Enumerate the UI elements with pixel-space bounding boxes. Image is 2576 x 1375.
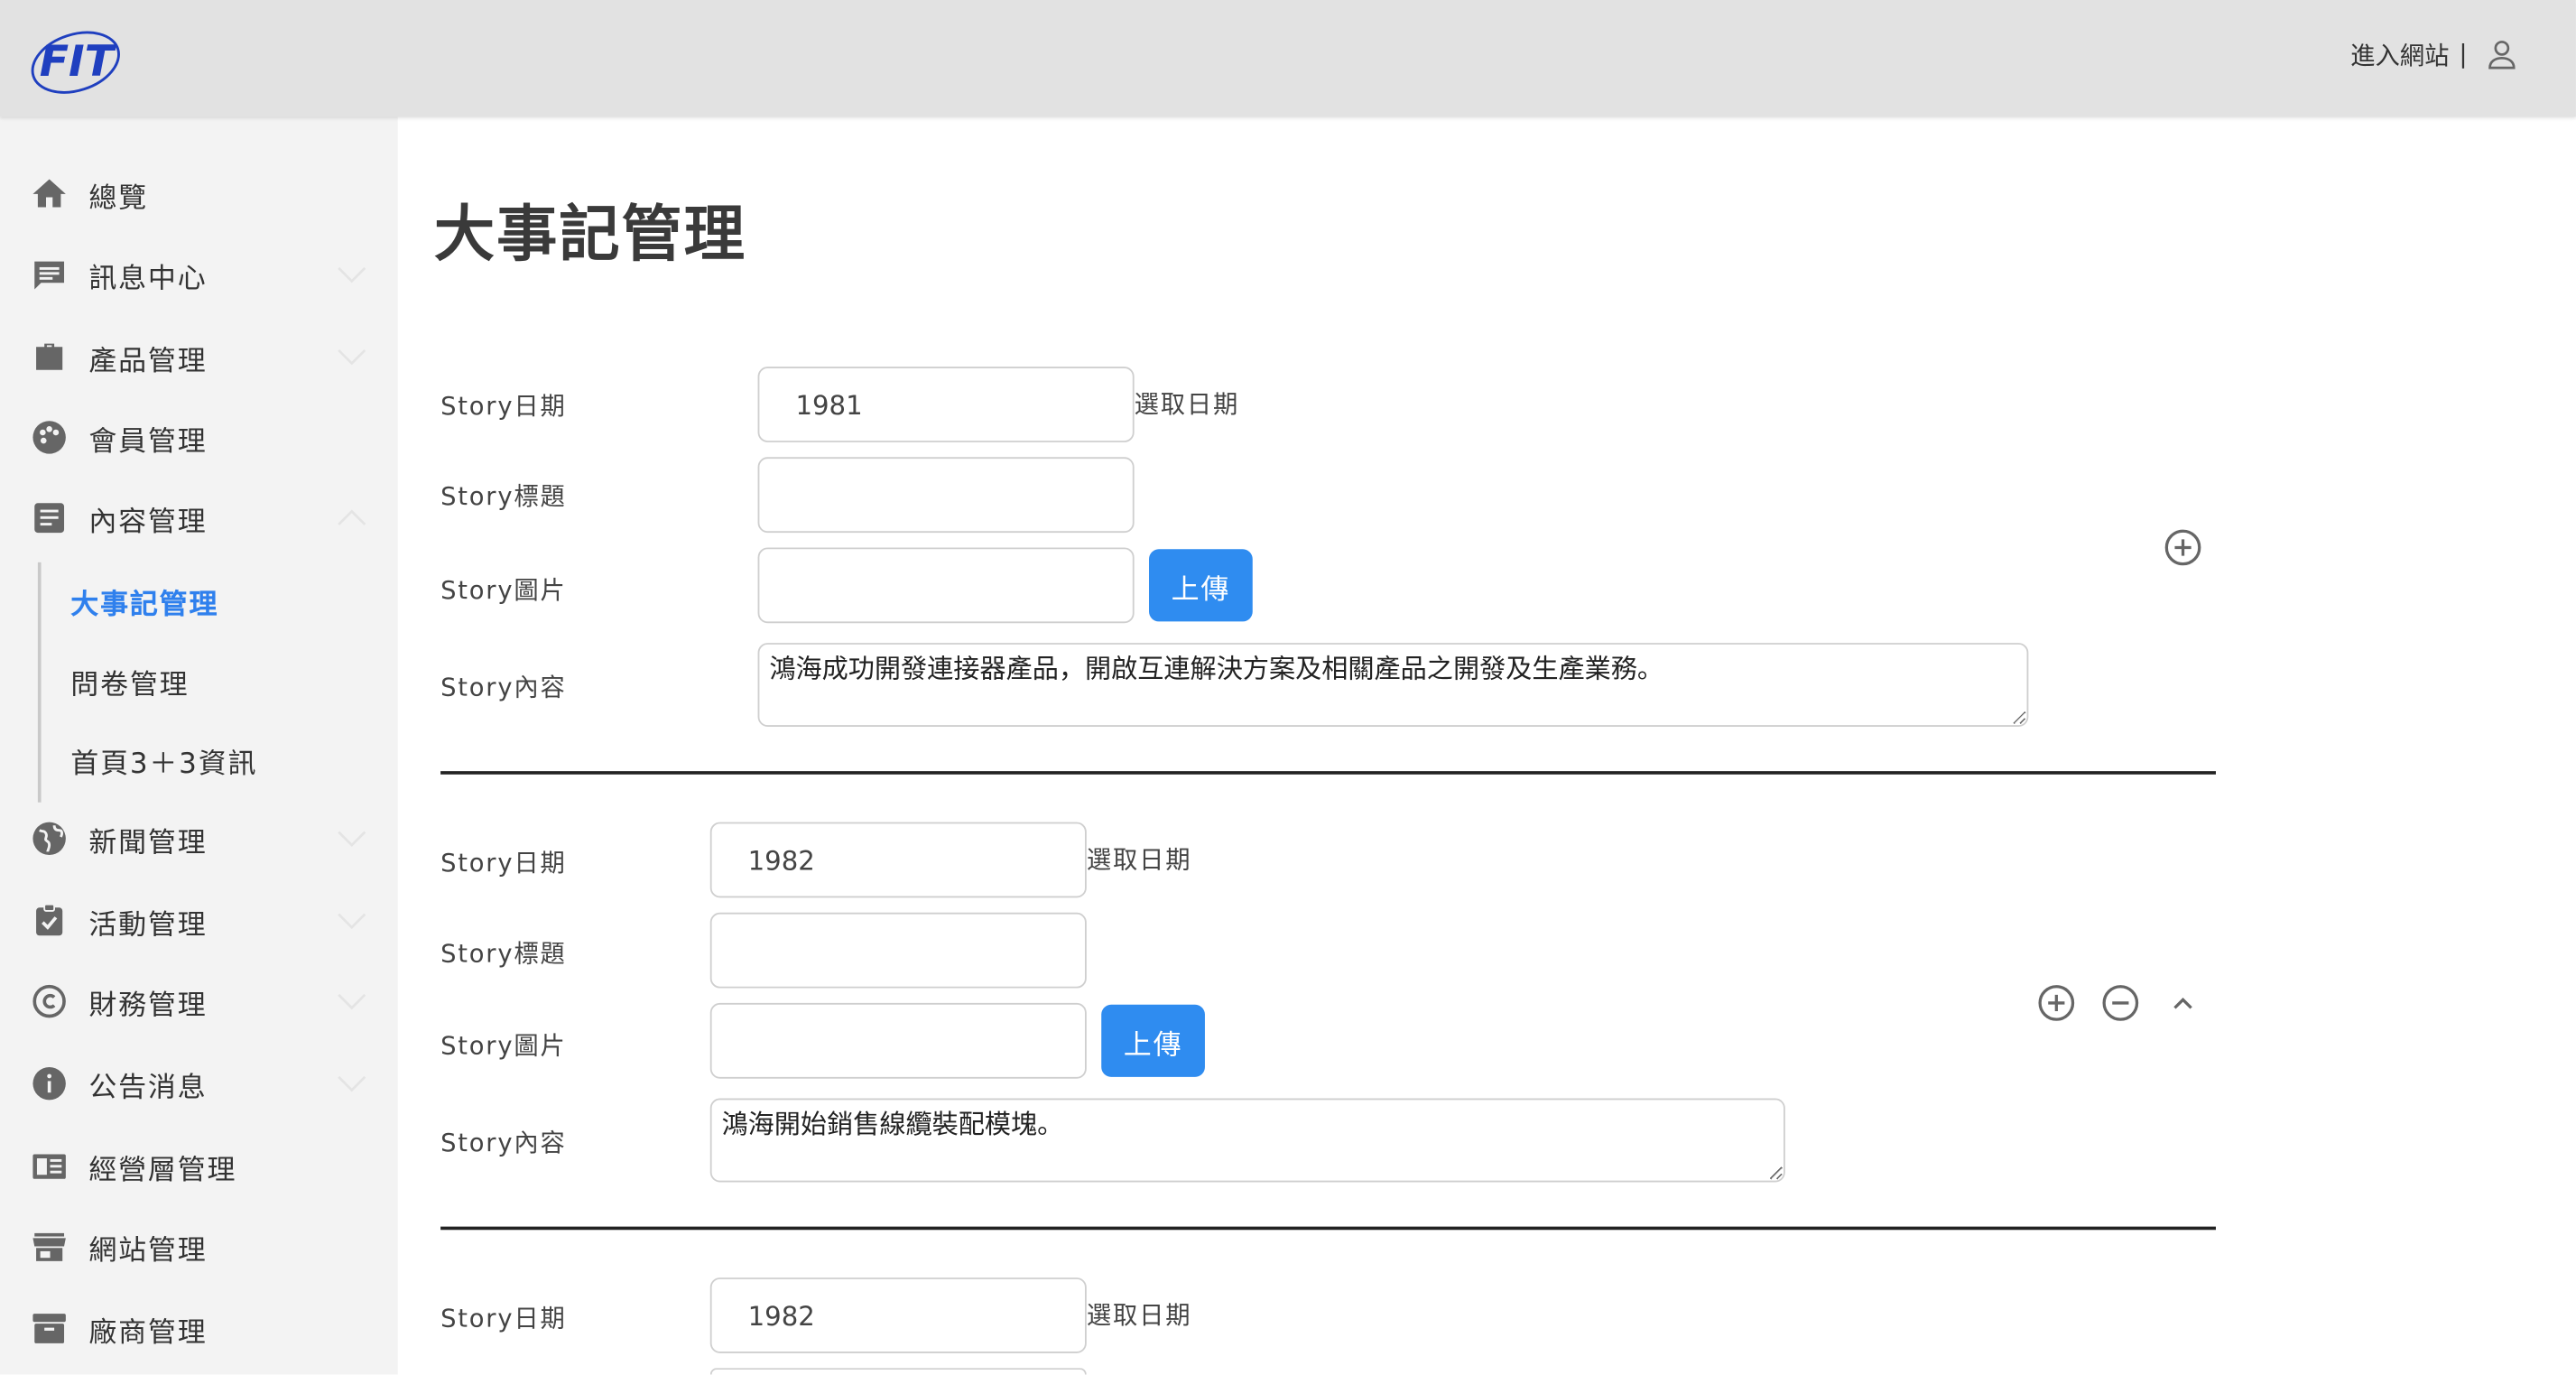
home-icon — [32, 179, 66, 208]
sidebar-item-products[interactable]: 產品管理 — [0, 332, 398, 382]
chevron-down-icon — [338, 348, 366, 366]
fit-logo[interactable]: FIT — [26, 20, 158, 98]
sidebar-item-label: 財務管理 — [88, 989, 208, 1022]
svg-text:FIT: FIT — [40, 37, 117, 87]
chevron-up-icon — [338, 509, 366, 525]
story-date-input[interactable] — [709, 822, 1087, 898]
story-image-label: Story圖片 — [440, 1030, 567, 1061]
user-icon[interactable] — [2484, 36, 2520, 72]
sidebar-item-label: 經營層管理 — [88, 1153, 237, 1186]
upload-button[interactable]: 上傳 — [1149, 549, 1253, 622]
header-separator: | — [2459, 39, 2468, 70]
story-image-input[interactable] — [757, 547, 1135, 624]
message-icon — [34, 261, 65, 290]
sidebar-item-label: 新聞管理 — [88, 826, 208, 859]
storefront-icon — [32, 1232, 66, 1261]
chevron-down-icon — [338, 913, 366, 930]
story-date-input[interactable] — [757, 367, 1135, 442]
story-title-label: Story標題 — [440, 481, 567, 512]
subnav-item-surveys[interactable]: 問卷管理 — [70, 661, 189, 701]
story-image-input[interactable] — [709, 1002, 1087, 1079]
page-title: 大事記管理 — [433, 199, 746, 270]
briefcase-icon — [36, 343, 63, 370]
story-title-input[interactable] — [709, 912, 1087, 989]
add-circle-icon[interactable] — [2036, 983, 2076, 1023]
document-icon — [34, 503, 65, 534]
chevron-down-icon — [338, 1075, 366, 1092]
sidebar-item-content[interactable]: 內容管理 — [0, 493, 398, 543]
chevron-up-icon[interactable] — [2164, 983, 2203, 1023]
sidebar-item-website[interactable]: 網站管理 — [0, 1222, 398, 1271]
sidebar-item-label: 活動管理 — [88, 908, 208, 942]
remove-circle-icon[interactable] — [2100, 983, 2140, 1023]
story-image-label: Story圖片 — [440, 575, 567, 606]
sidebar-item-label: 會員管理 — [88, 424, 208, 459]
chevron-down-icon — [338, 266, 366, 283]
story-content-textarea[interactable]: 鴻海開始銷售線纜裝配模塊。 — [709, 1098, 1785, 1183]
story-content-label: Story內容 — [440, 672, 567, 702]
subnav-item-milestones[interactable]: 大事記管理 — [70, 581, 218, 621]
sidebar-item-label: 公告消息 — [88, 1071, 208, 1104]
pick-date-link[interactable]: 選取日期 — [1087, 841, 1192, 876]
copyright-icon — [32, 984, 66, 1018]
story-divider — [440, 1226, 2216, 1231]
story-title-label: Story標題 — [440, 938, 567, 969]
sidebar-item-label: 訊息中心 — [88, 262, 208, 295]
chevron-down-icon — [338, 831, 366, 848]
sidebar-item-label: 網站管理 — [88, 1233, 208, 1268]
clipboard-check-icon — [36, 903, 63, 936]
sidebar-item-members[interactable]: 會員管理 — [0, 413, 398, 462]
story-divider — [440, 771, 2216, 775]
pick-date-link[interactable]: 選取日期 — [1135, 386, 1240, 421]
story-date-label: Story日期 — [440, 848, 567, 878]
add-circle-icon[interactable] — [2164, 528, 2203, 568]
sidebar-item-messages[interactable]: 訊息中心 — [0, 250, 398, 300]
pick-date-link[interactable]: 選取日期 — [1087, 1297, 1192, 1332]
sidebar-item-finance[interactable]: 財務管理 — [0, 977, 398, 1027]
sidebar-item-label: 內容管理 — [88, 506, 208, 539]
story-date-input[interactable] — [709, 1277, 1087, 1353]
sidebar-item-overview[interactable]: 總覽 — [0, 170, 398, 219]
sidebar-item-label: 總覽 — [88, 181, 148, 215]
sidebar-item-events[interactable]: 活動管理 — [0, 897, 398, 946]
story-title-input-partial[interactable] — [709, 1368, 1087, 1375]
sidebar-item-management[interactable]: 經營層管理 — [0, 1141, 398, 1191]
sidebar-item-vendors[interactable]: 廠商管理 — [0, 1304, 398, 1353]
enter-site-link[interactable]: 進入網站 — [2350, 37, 2449, 71]
sidebar-item-label: 產品管理 — [88, 344, 208, 377]
top-bar: FIT 進入網站 | — [0, 0, 2576, 117]
subnav-item-homepage-info[interactable]: 首頁3＋3資訊 — [70, 740, 257, 781]
subnav-line — [37, 562, 42, 803]
info-icon — [32, 1066, 66, 1101]
story-content-textarea[interactable]: 鴻海成功開發連接器產品，開啟互連解決方案及相關產品之開發及生產業務。 — [757, 643, 2029, 727]
chevron-down-icon — [338, 993, 366, 1010]
upload-button[interactable]: 上傳 — [1101, 1004, 1205, 1077]
globe-icon — [32, 822, 66, 856]
sidebar: 總覽 訊息中心 產品管理 會員管理 內容管理 大事記管理 問卷管理 首頁3＋3資… — [0, 116, 398, 1375]
archive-icon — [32, 1314, 66, 1343]
sidebar-item-announcements[interactable]: 公告消息 — [0, 1059, 398, 1109]
story-content-label: Story內容 — [440, 1128, 567, 1158]
story-date-label: Story日期 — [440, 391, 567, 422]
sidebar-item-label: 廠商管理 — [88, 1315, 208, 1350]
newspaper-icon — [32, 1154, 66, 1179]
sidebar-item-news[interactable]: 新聞管理 — [0, 813, 398, 863]
palette-icon — [32, 421, 66, 454]
story-date-label: Story日期 — [440, 1304, 567, 1333]
story-title-input[interactable] — [757, 457, 1135, 534]
